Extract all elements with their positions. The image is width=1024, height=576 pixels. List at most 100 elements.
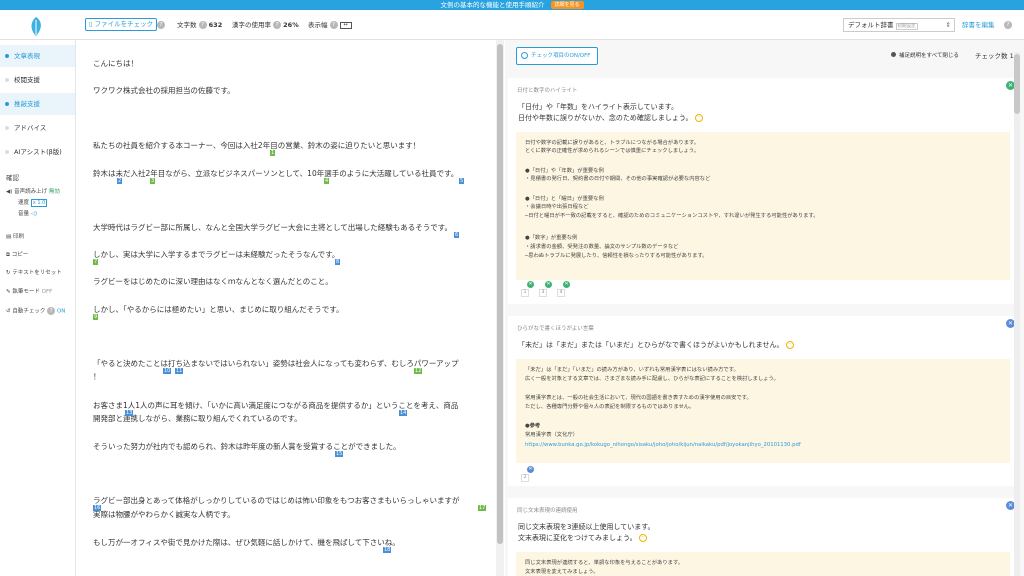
- check-circle-icon: [521, 52, 528, 59]
- smile-icon: ᵕ: [785, 341, 794, 349]
- check-marker[interactable]: 15: [335, 451, 344, 457]
- marker-ref[interactable]: 2: [521, 474, 529, 482]
- file-check-help-icon[interactable]: ?: [157, 20, 165, 30]
- speed-control[interactable]: 速度 x 1.0: [18, 199, 48, 207]
- close-icon[interactable]: ✕: [545, 281, 552, 288]
- radio-dot-icon: [5, 102, 9, 106]
- card-category: ひらがなで書くほうがよい言葉: [517, 326, 594, 332]
- app-logo: [31, 17, 41, 36]
- check-marker[interactable]: 11: [175, 368, 184, 374]
- top-banner: 文例の基本的な機能と使用手順紹介 詳細を見る: [0, 0, 1024, 10]
- chevron-down-icon: ⇕: [945, 21, 951, 29]
- check-marker[interactable]: 9: [93, 314, 99, 320]
- editor-line: ラグビー部出身とあって体格がしっかりしているのではじめは怖い印象をもつお客さまも…: [93, 496, 460, 505]
- reference-link[interactable]: https://www.bunka.go.jp/kokugo_nihongo/s…: [525, 441, 801, 449]
- close-icon[interactable]: ✕: [563, 281, 570, 288]
- card-detail-box: 日付や数字の記載に誤りがあると、トラブルにつながる場合があります。 とくに数字の…: [516, 132, 1010, 280]
- char-count-help-icon: ?: [198, 21, 207, 29]
- editor-line: こんにちは！: [93, 59, 138, 68]
- close-icon[interactable]: ✕: [527, 281, 534, 288]
- radio-dot-icon: [5, 78, 9, 82]
- card-message: 「未だ」は「まだ」または「いまだ」とひらがなで書くほうがよいかもしれません。 ᵕ: [518, 340, 794, 351]
- editor-line: もし万が一オフィスや街で見かけた際は、ぜひ気軽に話しかけて、機を飛ばして下さいね…: [93, 538, 400, 547]
- panel-scrollbar-thumb[interactable]: [1014, 54, 1020, 114]
- marker-ref[interactable]: 1: [521, 289, 529, 297]
- toggle-check-items-button[interactable]: チェック項目のON/OFF: [516, 47, 598, 65]
- edit-dictionary-link[interactable]: 辞書を編集: [962, 20, 995, 30]
- card-message: 同じ文末表現を3連続以上使用しています。: [518, 523, 655, 531]
- editor-line: 実際は物腰がやわらかく誠実な人柄です。: [93, 510, 235, 519]
- sidebar-item-proofread[interactable]: 校閲支援: [0, 69, 75, 91]
- editor-line: ワクワク株式会社の採用担当の佐藤です。: [93, 86, 235, 95]
- editor-line: しかし、実は大学に入学するまでラグビーは未経験だったそうなんです。: [93, 250, 340, 259]
- check-marker[interactable]: 8: [335, 259, 341, 265]
- sidebar: 文章表現 校閲支援 推敲支援 アドバイス AIアシスト(β版) 確認 ◀) 音声…: [0, 40, 76, 576]
- card-message: 日付や年数に誤りがないか、念のため確認しましょう。 ᵕ: [518, 113, 703, 124]
- dictionary-help-icon[interactable]: ?: [1004, 20, 1012, 30]
- close-all-notes-button[interactable]: 補足説明をすべて閉じる: [891, 52, 959, 61]
- volume-control[interactable]: 音量 ◁): [18, 210, 37, 218]
- printer-icon: ▤: [6, 234, 12, 240]
- marker-ref[interactable]: 3: [539, 289, 547, 297]
- card-category: 日付と数字のハイライト: [517, 88, 578, 94]
- radio-dot-icon: [5, 150, 9, 154]
- text-editor[interactable]: こんにちは！ ワクワク株式会社の採用担当の佐藤です。 私たちの社員を紹介する本コ…: [77, 40, 495, 576]
- check-marker[interactable]: 6: [454, 232, 460, 238]
- check-results-panel: チェック項目のON/OFF 補足説明をすべて閉じる チェック数 19 日付と数字…: [505, 40, 1024, 576]
- speaker-icon: ◀): [6, 189, 13, 195]
- display-width[interactable]: 表示幅 ? ↔: [308, 20, 352, 30]
- width-toggle-icon: ↔: [339, 21, 352, 29]
- editor-line: しかし、「やるからには極めたい」と思い、まじめに取り組んだそうです。: [93, 305, 344, 314]
- smile-icon: ᵕ: [638, 534, 647, 542]
- check-marker[interactable]: 14: [399, 410, 408, 416]
- check-marker[interactable]: 17: [478, 505, 487, 511]
- radio-dot-icon: [5, 126, 9, 130]
- check-marker[interactable]: 1: [270, 150, 276, 156]
- auto-check-toggle[interactable]: ↺ 自動チェック ? ON: [6, 307, 65, 316]
- reset-icon: ↻: [6, 270, 11, 276]
- editor-line: そういった努力が社内でも認められ、鈴木は昨年度の新人賞を受賞することができました…: [93, 442, 401, 451]
- check-marker[interactable]: 5: [459, 178, 465, 184]
- check-marker[interactable]: 2: [117, 178, 123, 184]
- radio-dot-icon: [5, 54, 9, 58]
- editor-line: ラグビーをはじめたのに深い理由はなくｍなんとなく選んだとのこと。: [93, 277, 333, 286]
- check-marker[interactable]: 12: [414, 368, 423, 374]
- check-marker[interactable]: 13: [125, 410, 134, 416]
- check-marker[interactable]: 3: [150, 178, 156, 184]
- copy-button[interactable]: ⧉ コピー: [6, 251, 28, 259]
- auto-check-help-icon: ?: [47, 307, 56, 315]
- check-marker[interactable]: 4: [324, 178, 330, 184]
- print-button[interactable]: ▤ 印刷: [6, 233, 24, 241]
- editor-scrollbar[interactable]: [496, 40, 504, 576]
- check-marker[interactable]: 16: [93, 505, 102, 511]
- refresh-icon: ↺: [6, 308, 11, 315]
- dictionary-select[interactable]: デフォルト辞書 初期設定 ⇕: [843, 18, 955, 32]
- sidebar-item-revision[interactable]: 推敲支援: [0, 93, 75, 115]
- panel-scrollbar[interactable]: [1014, 52, 1020, 576]
- reset-text-button[interactable]: ↻ テキストをリセット: [6, 269, 62, 277]
- card-category: 同じ文末表現の連続使用: [517, 508, 578, 514]
- check-marker[interactable]: 10: [163, 368, 172, 374]
- sidebar-item-advice[interactable]: アドバイス: [0, 117, 75, 139]
- sidebar-item-writing[interactable]: 文章表現: [0, 45, 75, 67]
- tts-toggle[interactable]: ◀) 音声読み上げ 無効: [6, 188, 60, 196]
- marker-ref[interactable]: 4: [557, 289, 565, 297]
- sidebar-item-ai-assist[interactable]: AIアシスト(β版): [0, 141, 75, 163]
- confirm-heading: 確認: [6, 174, 19, 182]
- banner-text: 文例の基本的な機能と使用手順紹介: [440, 1, 545, 9]
- check-marker[interactable]: 18: [383, 547, 392, 553]
- check-count: チェック数 19: [975, 52, 1018, 60]
- editor-line: 「やると決めたことは打ち込まないではいられない」姿勢は社会人になっても変わらず、…: [93, 359, 459, 368]
- pen-icon: ✎: [6, 289, 11, 295]
- banner-details-button[interactable]: 詳細を見る: [550, 1, 584, 9]
- smile-icon: ᵕ: [694, 114, 703, 122]
- close-icon[interactable]: ✕: [527, 466, 534, 473]
- draft-mode-toggle[interactable]: ✎ 執筆モード OFF: [6, 288, 52, 296]
- check-marker[interactable]: 7: [93, 259, 99, 265]
- file-check-button[interactable]: ▯ ファイルをチェック: [85, 18, 158, 31]
- display-width-help-icon: ?: [329, 21, 338, 29]
- scrollbar-thumb[interactable]: [497, 44, 503, 544]
- copy-icon: ⧉: [6, 252, 10, 258]
- editor-line: ！: [93, 372, 101, 381]
- char-count: 文字数 ? 632: [177, 21, 223, 29]
